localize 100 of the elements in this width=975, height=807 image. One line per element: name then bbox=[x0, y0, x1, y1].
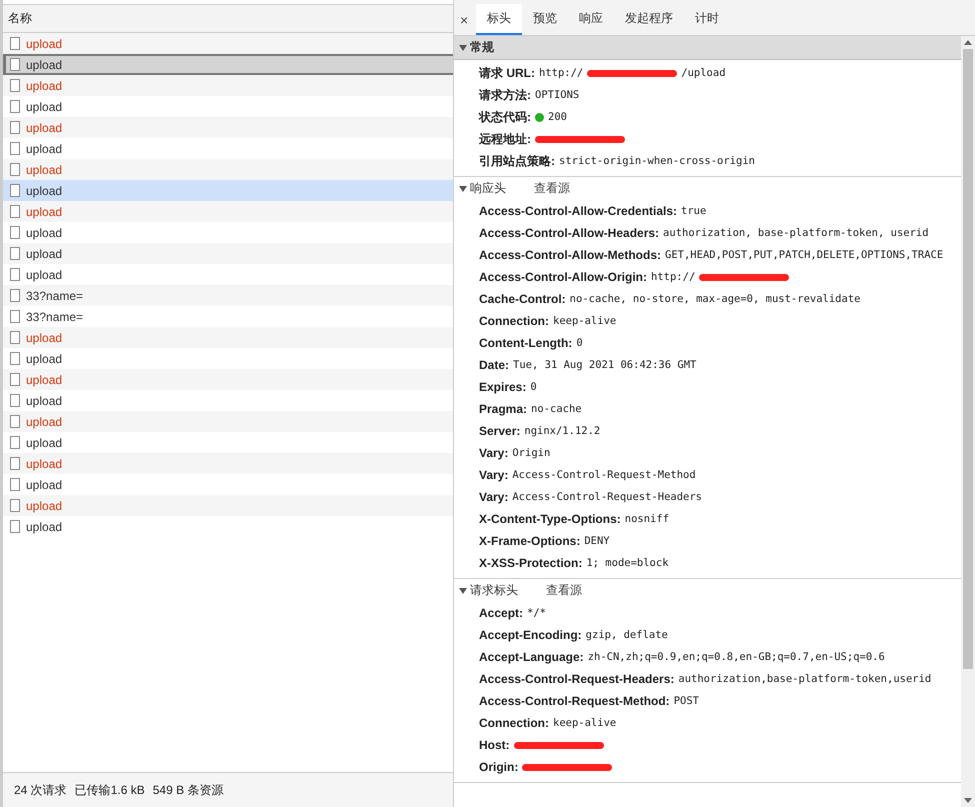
header-name: Access-Control-Request-Method: bbox=[479, 694, 670, 708]
request-name: upload bbox=[26, 204, 62, 218]
request-row[interactable]: upload bbox=[3, 453, 453, 474]
request-name: upload bbox=[26, 372, 62, 386]
request-name: upload bbox=[26, 394, 62, 408]
request-name: upload bbox=[26, 246, 62, 260]
header-name: Accept-Encoding: bbox=[479, 628, 582, 642]
section-toggle[interactable]: 响应头 bbox=[459, 180, 506, 197]
header-name: Origin: bbox=[479, 760, 518, 774]
file-icon bbox=[10, 184, 20, 197]
file-icon bbox=[10, 352, 20, 365]
request-name: upload bbox=[26, 330, 62, 344]
section-toggle[interactable]: 请求标头 bbox=[459, 582, 518, 599]
file-icon bbox=[10, 394, 20, 407]
file-icon bbox=[10, 37, 20, 50]
file-icon bbox=[10, 268, 20, 281]
request-row[interactable]: upload bbox=[3, 369, 453, 390]
header-name: 状态代码: bbox=[479, 108, 531, 126]
header-value: DENY bbox=[584, 535, 610, 547]
header-name: Expires: bbox=[479, 380, 526, 394]
request-row[interactable]: upload bbox=[3, 54, 453, 75]
header-name: Accept: bbox=[479, 606, 524, 620]
header-name: Access-Control-Allow-Methods: bbox=[479, 248, 662, 262]
header-name: Date: bbox=[479, 358, 510, 372]
status-text: 已传输1.6 kB bbox=[74, 782, 145, 798]
header-value: Access-Control-Request-Headers bbox=[512, 491, 702, 503]
section-toggle[interactable]: 常规 bbox=[459, 39, 494, 56]
tab[interactable]: 预览 bbox=[522, 4, 568, 35]
request-name: upload bbox=[26, 142, 62, 156]
request-row[interactable]: upload bbox=[3, 495, 453, 516]
file-icon bbox=[10, 226, 20, 239]
header-value: /upload bbox=[681, 67, 726, 79]
header-name: Access-Control-Request-Headers: bbox=[479, 672, 674, 686]
scroll-up-icon[interactable] bbox=[964, 40, 972, 45]
header-value: no-cache bbox=[531, 403, 582, 415]
request-row[interactable]: upload bbox=[3, 117, 453, 138]
header-name: X-XSS-Protection: bbox=[479, 556, 582, 570]
header-name: Access-Control-Allow-Credentials: bbox=[479, 204, 678, 218]
name-column-header[interactable]: 名称 bbox=[8, 10, 32, 27]
tab[interactable]: 发起程序 bbox=[614, 4, 684, 35]
tab[interactable]: 响应 bbox=[568, 4, 614, 35]
request-name: upload bbox=[26, 414, 62, 428]
file-icon bbox=[10, 415, 20, 428]
header-value: authorization,base-platform-token,userid bbox=[678, 673, 932, 685]
request-name: upload bbox=[26, 436, 62, 450]
tab[interactable]: 标头 bbox=[476, 4, 522, 35]
file-icon bbox=[10, 121, 20, 134]
header-name: 引用站点策略: bbox=[479, 152, 555, 170]
request-row[interactable]: upload bbox=[3, 159, 453, 180]
request-name: upload bbox=[26, 162, 62, 176]
caret-icon bbox=[459, 44, 467, 50]
file-icon bbox=[10, 331, 20, 344]
header-name: X-Content-Type-Options: bbox=[479, 512, 621, 526]
header-value: OPTIONS bbox=[535, 89, 580, 101]
header-value: gzip, deflate bbox=[586, 629, 668, 641]
header-value: http:// bbox=[539, 67, 584, 79]
request-name: upload bbox=[26, 498, 62, 512]
request-name: upload bbox=[26, 520, 62, 534]
header-name: Pragma: bbox=[479, 402, 528, 416]
close-button[interactable]: × bbox=[454, 4, 476, 35]
header-value: 0 bbox=[530, 381, 537, 393]
header-value: Origin bbox=[512, 447, 550, 459]
request-name: upload bbox=[26, 100, 62, 114]
request-name: upload bbox=[26, 226, 62, 240]
status-text: 549 B 条资源 bbox=[152, 782, 224, 798]
tab[interactable]: 计时 bbox=[684, 4, 730, 35]
header-value: nosniff bbox=[624, 513, 670, 525]
header-name: Accept-Language: bbox=[479, 650, 584, 664]
request-row[interactable]: 33?name= bbox=[3, 285, 453, 306]
request-row[interactable]: upload bbox=[3, 33, 453, 54]
request-name: upload bbox=[26, 478, 62, 492]
file-icon bbox=[10, 289, 20, 302]
status-dot-icon bbox=[535, 112, 544, 122]
file-icon bbox=[10, 436, 20, 449]
status-text: 24 次请求 bbox=[14, 782, 67, 798]
scroll-down-icon[interactable] bbox=[964, 798, 972, 803]
header-name: Vary: bbox=[479, 490, 508, 504]
header-name: Server: bbox=[479, 424, 520, 438]
request-name: upload bbox=[26, 36, 62, 50]
header-name: Access-Control-Allow-Origin: bbox=[479, 270, 648, 284]
request-row[interactable]: upload bbox=[3, 75, 453, 96]
file-icon bbox=[10, 310, 20, 323]
request-row[interactable]: upload bbox=[3, 201, 453, 222]
request-name: upload bbox=[26, 268, 62, 282]
request-row[interactable]: upload bbox=[3, 243, 453, 264]
request-row[interactable]: upload bbox=[3, 327, 453, 348]
header-name: Access-Control-Allow-Headers: bbox=[479, 226, 660, 240]
caret-icon bbox=[459, 186, 467, 192]
header-value: zh-CN,zh;q=0.9,en;q=0.8,en-GB;q=0.7,en-US;q=0.6 bbox=[588, 651, 885, 663]
file-icon bbox=[10, 520, 20, 533]
request-row[interactable]: upload bbox=[3, 411, 453, 432]
request-name: 33?name= bbox=[26, 310, 84, 324]
file-icon bbox=[10, 79, 20, 92]
file-icon bbox=[10, 457, 20, 470]
view-source-link[interactable]: 查看源 bbox=[534, 180, 570, 197]
request-row[interactable]: upload bbox=[3, 180, 453, 201]
file-icon bbox=[10, 373, 20, 386]
scrollbar[interactable] bbox=[961, 36, 975, 807]
view-source-link[interactable]: 查看源 bbox=[546, 582, 582, 599]
file-icon bbox=[10, 58, 20, 71]
